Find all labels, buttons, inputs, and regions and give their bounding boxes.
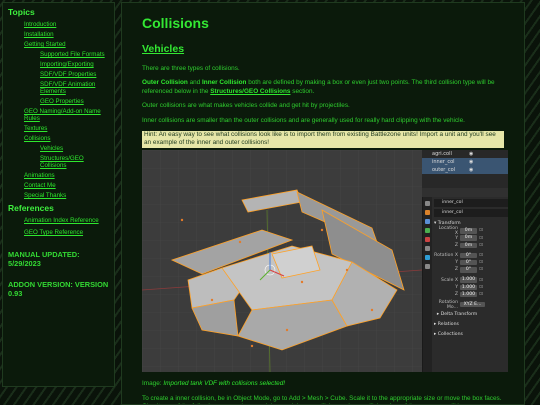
axis-label: Y [455, 260, 458, 266]
lock-icon: ⊡ [479, 267, 483, 273]
eye-icon: ◉ [469, 150, 474, 157]
inner-collision-term: Inner Collision [202, 79, 247, 87]
rotation-label: Rotation X [434, 253, 458, 258]
outliner-item-name: outer_col [432, 166, 456, 173]
rotation-z: 0° [460, 267, 477, 273]
collections-label: Collections [437, 331, 463, 337]
lock-icon: ⊡ [479, 291, 483, 297]
blender-outliner: agri.coll ◉ inner_col ◉ outer_col ◉ [422, 149, 508, 188]
nav-installation[interactable]: Installation [24, 31, 109, 38]
nav-geo-naming[interactable]: GEO Naming/Add-on Name Rules [24, 108, 109, 122]
axis-label: Z [454, 267, 458, 273]
location-y: 0m [460, 235, 477, 241]
references-heading: References [8, 203, 54, 213]
axis-label: Y [455, 284, 458, 290]
blender-properties-panel: inner_col inner_col ▾ Transform Location… [422, 196, 508, 372]
outer-collision-term: Outer Collision [142, 79, 188, 87]
nav-supported-file-formats[interactable]: Supported File Formats [40, 51, 109, 58]
paragraph-inner-collisions: Inner collisions are smaller than the ou… [142, 116, 465, 124]
outliner-row: agri.coll ◉ [422, 150, 508, 158]
main-content: Collisions Vehicles There are three type… [121, 2, 525, 405]
outliner-row: outer_col ◉ [422, 165, 508, 174]
scale-x: 1.000 [460, 277, 477, 283]
relations-header: ▸ Relations [434, 321, 459, 327]
paragraph-text: and [187, 79, 203, 87]
rotation-mode-select: XYZ E... [460, 301, 485, 308]
delta-transform-header: ▸ Delta Transform [434, 311, 478, 317]
topics-heading: Topics [8, 7, 35, 17]
axis-label: Z [454, 242, 458, 248]
nav-geo-type-reference[interactable]: GEO Type Reference [24, 229, 109, 236]
properties-tabs [423, 196, 432, 372]
page-title: Collisions [142, 15, 209, 31]
caption-text: Imported tank VDF with collisions select… [163, 379, 286, 387]
location-label: Location X [438, 225, 458, 236]
nav-introduction[interactable]: Introduction [24, 21, 109, 28]
lock-icon: ⊡ [479, 242, 483, 248]
hint-box: Hint: An easy way to see what collisions… [142, 131, 504, 148]
nav-collisions[interactable]: Collisions [24, 135, 109, 142]
eye-icon: ◉ [469, 166, 474, 173]
addon-version: ADDON VERSION: VERSION 0.93 [8, 280, 109, 298]
scale-z: 1.000 [460, 291, 477, 298]
nav-structures-geo-collisions[interactable]: Structures/GEO Collisions [40, 155, 109, 169]
outliner-item-name: agri.coll [432, 150, 452, 157]
nav-animations[interactable]: Animations [24, 172, 109, 179]
paragraph-create-inner-collision: To create a inner collision, be in Objec… [142, 394, 502, 404]
outliner-row: inner_col ◉ [422, 157, 508, 166]
image-caption: Image: Imported tank VDF with collisions… [142, 380, 504, 387]
sidebar-nav: Topics Introduction Installation Getting… [2, 2, 115, 387]
lock-icon: ⊡ [479, 235, 483, 241]
section-heading-vehicles: Vehicles [142, 43, 185, 55]
axis-label: Y [455, 235, 458, 241]
delta-transform-label: Delta Transform [440, 311, 478, 317]
nav-geo-properties[interactable]: GEO Properties [40, 98, 109, 105]
nav-special-thanks[interactable]: Special Thanks [24, 192, 109, 199]
rotation-y: 0° [460, 259, 477, 266]
outliner-item-name: inner_col [432, 158, 455, 165]
lock-icon: ⊡ [479, 277, 483, 283]
scale-y: 1.000 [460, 284, 477, 290]
rotation-mode-label: Rotation Mo... [438, 299, 458, 310]
scale-label: Scale X [441, 277, 458, 283]
nav-importing-exporting[interactable]: Importing/Exporting [40, 61, 109, 68]
lock-icon: ⊡ [479, 228, 483, 234]
axis-label: Z [454, 291, 458, 297]
structures-geo-collisions-link[interactable]: Structures/GEO Collisions [210, 88, 290, 95]
caption-label: Image: [142, 379, 164, 387]
nav-getting-started[interactable]: Getting Started [24, 41, 109, 48]
location-z: 0m [460, 242, 477, 249]
references-list: Animation Index Reference GEO Type Refer… [8, 217, 109, 236]
rotation-x: 0° [460, 252, 477, 259]
paragraph-outer-collisions: Outer collisions are what makes vehicles… [142, 102, 350, 110]
nav-sdf-vdf-animation[interactable]: SDF/VDF Animation Elements [40, 81, 109, 95]
lock-icon: ⊡ [479, 284, 483, 290]
nav-animation-index-reference[interactable]: Animation Index Reference [24, 217, 109, 224]
topics-list: Introduction Installation Getting Starte… [8, 21, 109, 199]
data-name-field: inner_col [434, 208, 508, 217]
paragraph-intro: There are three types of collisions. [142, 65, 240, 72]
eye-icon: ◉ [469, 158, 474, 165]
nav-vehicles[interactable]: Vehicles [40, 145, 109, 152]
location-x: 0m [460, 228, 477, 234]
nav-sdf-vdf-properties[interactable]: SDF/VDF Properties [40, 71, 109, 78]
blender-screenshot: agri.coll ◉ inner_col ◉ outer_col ◉ inner_c… [142, 149, 508, 372]
paragraph-collision-types: Outer Collision and Inner Collision both… [142, 79, 504, 96]
nav-contact-me[interactable]: Contact Me [24, 182, 109, 189]
lock-icon: ⊡ [479, 260, 483, 266]
collections-header: ▸ Collections [434, 331, 463, 337]
paragraph-text: section. [290, 87, 315, 95]
relations-label: Relations [437, 321, 459, 327]
lock-icon: ⊡ [479, 253, 483, 258]
manual-updated: MANUAL UPDATED: 5/29/2023 [8, 250, 80, 268]
nav-textures[interactable]: Textures [24, 125, 109, 132]
object-name-field: inner_col [434, 198, 508, 207]
